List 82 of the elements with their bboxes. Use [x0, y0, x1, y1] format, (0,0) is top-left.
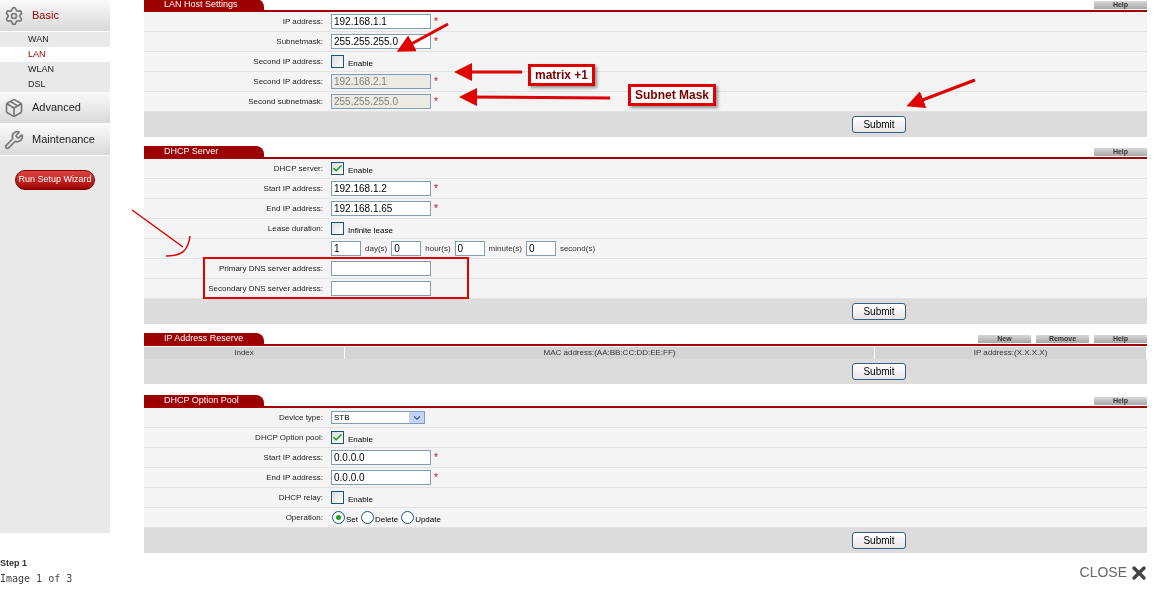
dropdown-icon [409, 412, 424, 423]
field-label: Second subnetmask: [248, 95, 323, 108]
radio-label: Set [346, 513, 358, 526]
annotation-arrow [906, 78, 976, 109]
checkbox-label: Enable [348, 165, 373, 177]
field-label: End IP address: [266, 202, 323, 215]
image-counter: Image 1 of 3 [0, 571, 73, 586]
unit-label: hour(s) [425, 242, 451, 255]
box-icon [4, 97, 24, 118]
checkbox-label: Enable [348, 58, 373, 70]
text-field[interactable]: 0 [454, 241, 485, 256]
radio-label: Delete [375, 513, 399, 526]
submenu-item[interactable]: WLAN [0, 62, 110, 77]
checkbox-label: Infinite lease [348, 225, 393, 237]
field-label: Primary DNS server address: [218, 262, 323, 275]
checkbox-label: Enable [348, 434, 373, 446]
text-field[interactable]: 192.168.1.65 [331, 201, 431, 216]
field-label: Second IP address: [253, 55, 323, 68]
callout-label: Subnet Mask [628, 84, 716, 106]
checkbox-label: Enable [348, 494, 373, 506]
gear-icon [4, 5, 24, 26]
required-mark: * [434, 96, 438, 107]
required-mark: * [434, 16, 438, 27]
radio-button[interactable] [332, 511, 345, 524]
submit-button[interactable]: Submit [852, 303, 906, 320]
text-field[interactable]: 192.168.1.1 [331, 14, 431, 29]
checkbox[interactable] [331, 222, 344, 235]
submit-button[interactable]: Submit [852, 532, 906, 549]
field-label: Subnetmask: [276, 35, 323, 48]
field-label: Operation: [285, 511, 323, 524]
field-label: DHCP server: [273, 162, 323, 175]
required-mark: * [434, 472, 438, 483]
step-title: Step 1 [0, 557, 28, 570]
checkbox[interactable] [331, 431, 344, 444]
annotation-arrow [396, 22, 449, 52]
submenu-item[interactable]: WAN [0, 32, 110, 47]
unit-label: day(s) [365, 242, 388, 255]
submenu-item[interactable]: DSL [0, 77, 110, 92]
radio-label: Update [415, 513, 441, 526]
text-field[interactable]: 0.0.0.0 [331, 450, 431, 465]
menu-item[interactable]: Advanced [0, 92, 110, 124]
device-type-select[interactable]: STB [331, 411, 425, 424]
submenu-item[interactable]: LAN [0, 47, 110, 62]
field-label: DHCP relay: [278, 491, 323, 504]
text-field[interactable] [331, 261, 431, 276]
text-field[interactable]: 0 [391, 241, 422, 256]
text-field[interactable]: 192.168.1.2 [331, 181, 431, 196]
field-label: Second IP address: [253, 75, 323, 88]
run-setup-wizard-button[interactable]: Run Setup Wizard [15, 170, 95, 190]
field-label: Secondary DNS server address: [208, 282, 323, 295]
field-label: Start IP address: [263, 451, 323, 464]
menu-item[interactable]: Maintenance [0, 124, 110, 156]
submit-button[interactable]: Submit [852, 116, 906, 133]
unit-label: minute(s) [488, 242, 522, 255]
unit-label: second(s) [559, 242, 596, 255]
text-field[interactable]: 0 [525, 241, 556, 256]
field-label: DHCP Option pool: [255, 431, 323, 444]
required-mark: * [434, 183, 438, 194]
required-mark: * [434, 76, 438, 87]
text-field[interactable] [331, 281, 431, 296]
text-field[interactable]: 0.0.0.0 [331, 470, 431, 485]
checkbox[interactable] [331, 162, 344, 175]
radio-button[interactable] [401, 511, 415, 524]
annotation-arrow [454, 63, 522, 81]
field-label: Lease duration: [267, 222, 323, 235]
checkbox[interactable] [331, 491, 344, 504]
close-button[interactable]: CLOSE [1079, 562, 1149, 583]
radio-button[interactable] [361, 511, 374, 524]
field-label: End IP address: [266, 471, 323, 484]
submit-button[interactable]: Submit [852, 363, 906, 380]
field-label: Device type: [278, 411, 323, 424]
required-mark: * [434, 203, 438, 214]
text-field[interactable]: 1 [331, 241, 361, 256]
callout-label: matrix +1 [528, 64, 596, 86]
checkbox[interactable] [331, 55, 344, 68]
hand-drawn-arrow [131, 209, 191, 257]
field-label: Start IP address: [263, 182, 323, 195]
required-mark: * [434, 452, 438, 463]
required-mark: * [434, 36, 438, 47]
field-label: IP address: [282, 15, 323, 28]
wrench-icon [4, 129, 24, 150]
menu-item[interactable]: Basic [0, 0, 110, 32]
